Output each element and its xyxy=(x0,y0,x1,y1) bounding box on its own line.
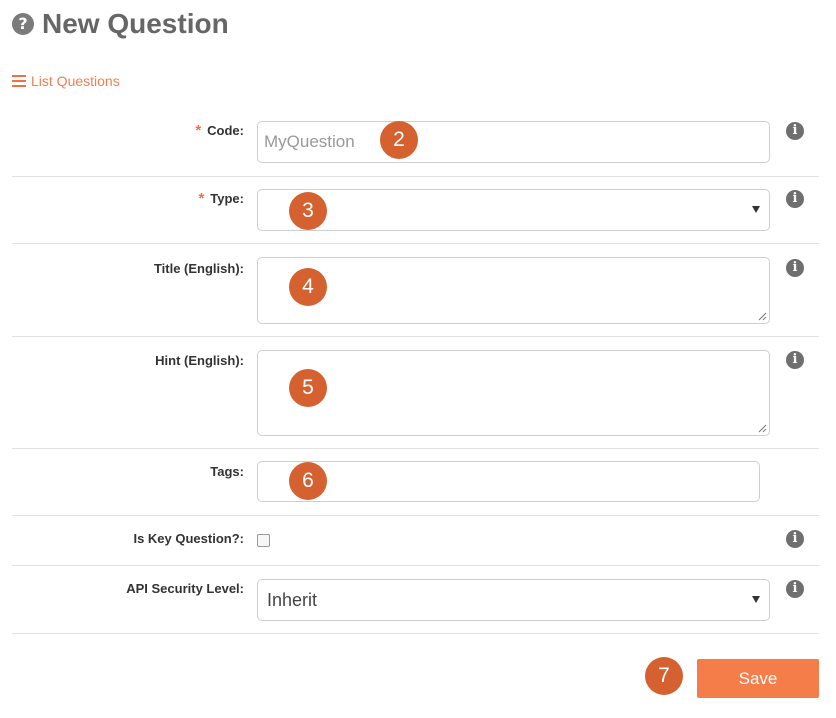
list-icon xyxy=(12,75,26,87)
page-header: ? New Question xyxy=(12,4,229,44)
title-info-icon[interactable]: i xyxy=(786,259,804,277)
code-input[interactable] xyxy=(257,121,770,163)
callout-2: 2 xyxy=(380,121,418,159)
divider xyxy=(12,176,819,177)
required-marker: * xyxy=(195,122,202,139)
api-security-level-label: API Security Level: xyxy=(126,581,244,596)
hint-english-textarea[interactable] xyxy=(257,350,770,436)
divider xyxy=(12,336,819,337)
type-label: * Type: xyxy=(198,190,244,207)
divider xyxy=(12,243,819,244)
divider xyxy=(12,565,819,566)
title-english-label: Title (English): xyxy=(153,261,244,276)
tags-label: Tags: xyxy=(210,464,244,479)
callout-6: 6 xyxy=(289,462,327,500)
hint-english-label: Hint (English): xyxy=(155,353,244,368)
save-button[interactable]: Save xyxy=(697,659,819,698)
tags-input[interactable] xyxy=(257,461,760,502)
required-marker: * xyxy=(198,190,205,207)
divider xyxy=(12,633,819,634)
new-question-page: ? New Question List Questions *Code: i 2… xyxy=(0,0,836,718)
list-questions-label: List Questions xyxy=(31,73,120,89)
type-select[interactable] xyxy=(257,189,770,231)
is-key-question-checkbox[interactable] xyxy=(257,534,270,547)
is-key-question-label: Is Key Question?: xyxy=(133,531,244,546)
page-title: New Question xyxy=(42,8,229,39)
callout-3: 3 xyxy=(289,192,327,230)
caret-down-icon xyxy=(752,596,760,603)
caret-down-icon xyxy=(752,206,760,213)
callout-5: 5 xyxy=(289,369,327,407)
code-label: * Code: xyxy=(195,122,244,139)
divider xyxy=(12,515,819,516)
callout-7: 7 xyxy=(645,657,683,695)
list-questions-link[interactable]: List Questions xyxy=(12,71,120,91)
api-security-level-select[interactable]: Inherit xyxy=(257,579,770,621)
type-info-icon[interactable]: i xyxy=(786,190,804,208)
api-security-selected-value: Inherit xyxy=(267,589,318,610)
title-english-textarea[interactable] xyxy=(257,257,770,324)
code-info-icon[interactable]: i xyxy=(786,122,804,140)
callout-4: 4 xyxy=(289,268,327,306)
is-key-info-icon[interactable]: i xyxy=(786,530,804,548)
hint-info-icon[interactable]: i xyxy=(786,351,804,369)
divider xyxy=(12,448,819,449)
resize-grip-icon[interactable] xyxy=(757,311,767,321)
question-circle-icon: ? xyxy=(12,13,34,35)
resize-grip-icon[interactable] xyxy=(757,423,767,433)
api-security-info-icon[interactable]: i xyxy=(786,580,804,598)
